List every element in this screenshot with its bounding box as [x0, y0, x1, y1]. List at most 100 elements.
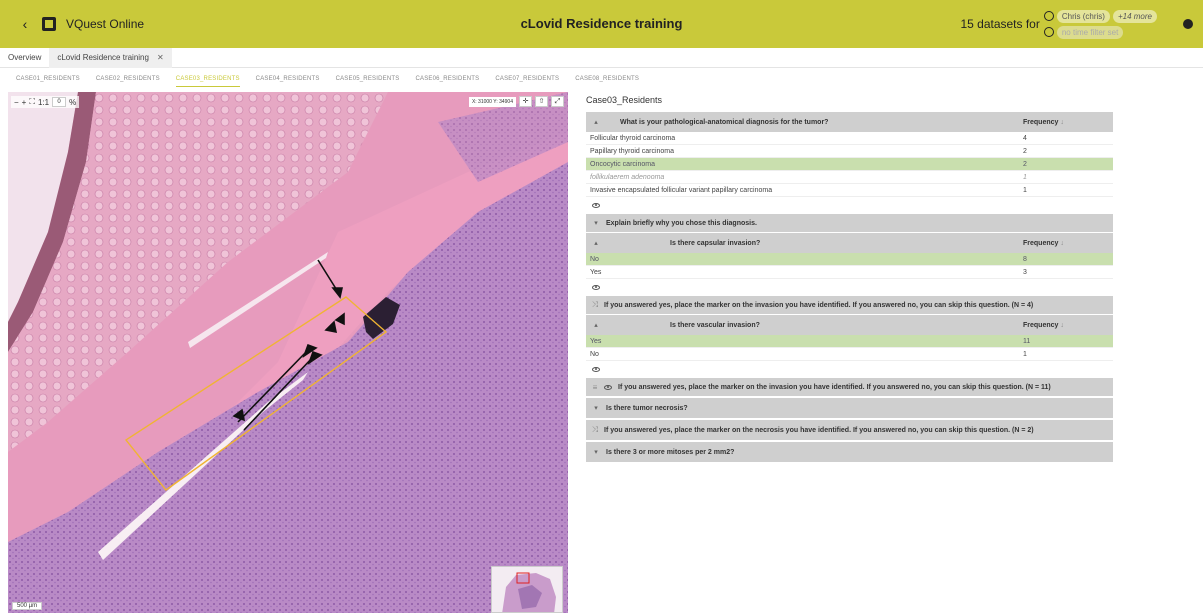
frequency-sort-header[interactable]: Frequency ↓ [1023, 119, 1113, 126]
question-header-necrosis-marker[interactable]: ⤨ If you answered yes, place the marker … [586, 420, 1113, 440]
answer-label: Yes [590, 268, 602, 276]
view-toggle-row [586, 197, 1113, 213]
coordinate-readout: X: 31000 Y: 34904 [468, 96, 516, 107]
dataset-filter: 15 datasets for Chris (chris) +14 more n… [960, 6, 1193, 42]
chevron-left-icon[interactable]: ‹ [14, 16, 36, 32]
one-to-one-button[interactable]: 1:1 [38, 98, 49, 107]
tab-label: cLovid Residence training [57, 52, 149, 62]
tab-training[interactable]: cLovid Residence training ✕ [49, 47, 172, 68]
collapse-icon[interactable]: ▴ [586, 321, 606, 329]
case-tab-06[interactable]: CASE06_RESIDENTS [415, 72, 479, 86]
question-header-vascular[interactable]: ▴ Is there vascular invasion? Frequency … [586, 315, 1113, 335]
tab-overview[interactable]: Overview [0, 48, 49, 68]
eye-icon[interactable] [604, 384, 612, 390]
marker-disabled-icon: ⤨ [591, 425, 599, 434]
frequency-label: Frequency [1023, 239, 1059, 247]
tab-bar: Overview cLovid Residence training ✕ [0, 47, 1203, 68]
scale-bar: 500 µm [12, 602, 43, 610]
table-row-highlighted: Oncocytic carcinoma 2 [586, 158, 1113, 171]
fit-screen-icon[interactable]: ⛶ [29, 97, 35, 107]
case-tab-05[interactable]: CASE05_RESIDENTS [336, 72, 400, 86]
more-users-chip[interactable]: +14 more [1112, 9, 1157, 23]
datasets-count: 15 datasets for [960, 17, 1040, 31]
histology-slide-image[interactable] [8, 92, 568, 613]
answer-label: No [590, 255, 599, 263]
expand-caret-icon[interactable]: ▾ [586, 404, 606, 412]
case-tab-bar: CASE01_RESIDENTS CASE02_RESIDENTS CASE03… [0, 68, 1203, 90]
user-chip[interactable]: Chris (chris) [1056, 9, 1110, 23]
question-header-necrosis[interactable]: ▾ Is there tumor necrosis? [586, 398, 1113, 418]
question-header-capsular[interactable]: ▴ Is there capsular invasion? Frequency … [586, 233, 1113, 253]
upload-icon[interactable]: ⇧ [535, 96, 548, 107]
answer-label: Papillary thyroid carcinoma [590, 147, 675, 155]
zoom-in-button[interactable]: + [22, 98, 27, 107]
question-header-vascular-marker[interactable]: ≡ If you answered yes, place the marker … [586, 378, 1113, 396]
view-toggle-row [586, 361, 1113, 377]
question-header-invasion-marker[interactable]: ⤨ If you answered yes, place the marker … [586, 296, 1113, 314]
table-row: Yes 3 [586, 266, 1113, 279]
frequency-sort-header[interactable]: Frequency ↓ [1023, 240, 1113, 247]
fullscreen-icon[interactable]: ⤢ [551, 96, 564, 107]
answer-label: Follicular thyroid carcinoma [590, 134, 676, 142]
question-text: Is there vascular invasion? [670, 321, 760, 329]
clock-icon [1043, 27, 1054, 37]
question-text: What is your pathological-anatomical dia… [620, 118, 829, 126]
sort-down-icon: ↓ [1060, 321, 1064, 329]
marker-disabled-icon: ⤨ [591, 300, 599, 309]
table-row: Invasive encapsulated follicular variant… [586, 184, 1113, 197]
question-header-diagnosis[interactable]: ▴ What is your pathological-anatomical d… [586, 112, 1113, 132]
answer-label: No [590, 350, 599, 358]
user-filter-row: Chris (chris) +14 more [1043, 9, 1157, 23]
crosshair-icon[interactable]: ✛ [519, 96, 532, 107]
time-filter-row: no time filter set [1043, 25, 1157, 39]
table-row: follikulaerem adenooma 1 [586, 171, 1113, 184]
slide-viewer[interactable]: − + ⛶ 1:1 0 % X: 31000 Y: 34904 ✛ ⇧ ⤢ 50… [8, 92, 568, 613]
list-icon[interactable]: ≡ [586, 383, 604, 392]
eye-icon[interactable] [592, 366, 600, 372]
eye-icon[interactable] [592, 284, 600, 290]
answer-count: 1 [1023, 350, 1027, 358]
expand-caret-icon[interactable]: ▾ [586, 219, 606, 227]
answer-count: 2 [1023, 147, 1027, 155]
frequency-label: Frequency [1023, 321, 1059, 329]
answer-count: 3 [1023, 268, 1027, 276]
table-row-highlighted: Yes 11 [586, 335, 1113, 348]
table-row: Papillary thyroid carcinoma 2 [586, 145, 1113, 158]
zoom-input[interactable]: 0 [52, 97, 67, 107]
zoom-out-button[interactable]: − [14, 98, 19, 107]
slide-minimap[interactable] [491, 566, 563, 613]
case-tab-03[interactable]: CASE03_RESIDENTS [175, 72, 240, 87]
answer-count: 11 [1023, 337, 1031, 345]
collapse-icon[interactable]: ▴ [586, 239, 606, 247]
close-icon[interactable]: ✕ [157, 53, 164, 62]
answer-label: Yes [590, 337, 602, 345]
time-filter-chip[interactable]: no time filter set [1056, 25, 1124, 39]
expand-icon[interactable] [1183, 19, 1193, 29]
frequency-label: Frequency [1023, 118, 1059, 126]
filter-chips: Chris (chris) +14 more no time filter se… [1043, 9, 1157, 39]
expand-caret-icon[interactable]: ▾ [586, 448, 606, 456]
case-tab-04[interactable]: CASE04_RESIDENTS [256, 72, 320, 86]
frequency-sort-header[interactable]: Frequency ↓ [1023, 322, 1113, 329]
table-row: Follicular thyroid carcinoma 4 [586, 132, 1113, 145]
case-tab-07[interactable]: CASE07_RESIDENTS [495, 72, 559, 86]
table-row-highlighted: No 8 [586, 253, 1113, 266]
case-title: Case03_Residents [586, 95, 663, 105]
case-tab-02[interactable]: CASE02_RESIDENTS [96, 72, 160, 86]
zoom-toolbar: − + ⛶ 1:1 0 % [11, 96, 80, 108]
question-header-mitoses[interactable]: ▾ Is there 3 or more mitoses per 2 mm2? [586, 442, 1113, 462]
app-name: VQuest Online [66, 17, 145, 31]
answer-label: Oncocytic carcinoma [590, 160, 655, 168]
case-tab-01[interactable]: CASE01_RESIDENTS [16, 72, 80, 86]
question-header-explain[interactable]: ▾ Explain briefly why you chose this dia… [586, 214, 1113, 232]
collapse-icon[interactable]: ▴ [586, 118, 606, 126]
coordinate-toolbar: X: 31000 Y: 34904 ✛ ⇧ ⤢ [468, 96, 564, 107]
table-row: No 1 [586, 348, 1113, 361]
tab-label: Overview [8, 52, 42, 62]
app-header: ‹ VQuest Online cLovid Residence trainin… [0, 0, 1203, 48]
answer-count: 2 [1023, 160, 1027, 168]
case-tab-08[interactable]: CASE08_RESIDENTS [575, 72, 639, 86]
question-text: If you answered yes, place the marker on… [618, 383, 1051, 391]
minimap-image [492, 567, 562, 612]
eye-icon[interactable] [592, 202, 600, 208]
